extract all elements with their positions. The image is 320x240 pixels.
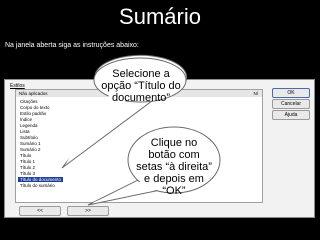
bottom-callout-text: Clique no botão com setas “à direita” e … bbox=[136, 137, 212, 197]
callout-bubbles bbox=[61, 54, 221, 206]
top-callout-text: Selecione a opção “Título do documento” bbox=[101, 68, 181, 104]
top-callout-tail-cover bbox=[66, 94, 128, 163]
